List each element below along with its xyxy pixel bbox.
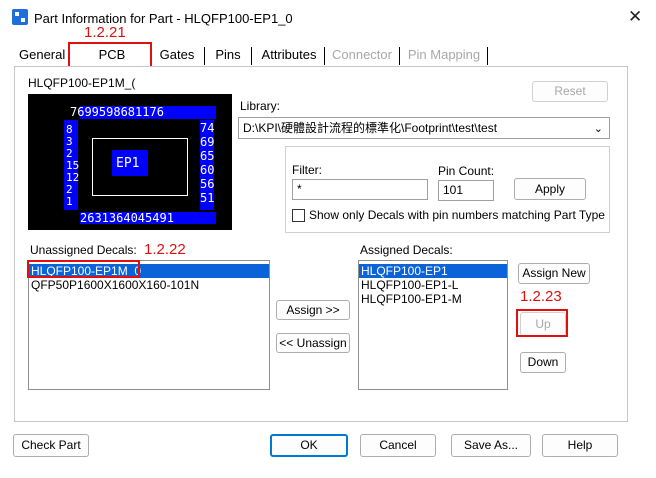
unassigned-list-item[interactable]: QFP50P1600X1600X160-101N bbox=[29, 278, 269, 292]
app-icon bbox=[12, 9, 28, 25]
tab-connector[interactable]: Connector bbox=[327, 44, 397, 66]
tab-separator bbox=[487, 47, 488, 65]
assigned-decals-label: Assigned Decals: bbox=[360, 243, 453, 257]
unassigned-callout-box bbox=[27, 260, 140, 278]
unassigned-callout-label: 1.2.22 bbox=[144, 241, 186, 258]
check-part-button[interactable]: Check Part bbox=[13, 434, 89, 457]
library-label: Library: bbox=[240, 99, 281, 113]
window-title: Part Information for Part - HLQFP100-EP1… bbox=[34, 11, 293, 26]
decal-preview: EP1 7699598681176 2631364045491 8 3 2 15… bbox=[28, 94, 232, 230]
chevron-down-icon: ⌄ bbox=[593, 123, 603, 135]
tab-pins[interactable]: Pins bbox=[210, 44, 246, 66]
close-icon[interactable]: ✕ bbox=[628, 7, 642, 27]
reset-button[interactable]: Reset bbox=[532, 81, 608, 102]
tab-attributes[interactable]: Attributes bbox=[256, 44, 322, 66]
apply-button[interactable]: Apply bbox=[514, 178, 586, 200]
preview-bottom-pin-labels: 2631364045491 bbox=[80, 211, 174, 225]
filter-input[interactable]: * bbox=[292, 179, 428, 200]
preview-center-label: EP1 bbox=[116, 156, 140, 171]
assigned-list-item[interactable]: HLQFP100-EP1-M bbox=[359, 292, 507, 306]
assigned-list-item[interactable]: HLQFP100-EP1-L bbox=[359, 278, 507, 292]
tab-separator bbox=[251, 47, 252, 65]
help-button[interactable]: Help bbox=[542, 434, 618, 457]
library-select[interactable]: D:\KPI\硬體設計流程的標準化\Footprint\test\test ⌄ bbox=[238, 117, 610, 139]
pin-count-input[interactable]: 101 bbox=[438, 180, 494, 201]
up-callout-label: 1.2.23 bbox=[520, 288, 562, 305]
preview-top-pin-labels: 7699598681176 bbox=[70, 105, 164, 119]
tab-separator bbox=[324, 47, 325, 65]
tab-callout-box bbox=[68, 42, 152, 68]
cancel-button[interactable]: Cancel bbox=[360, 434, 436, 457]
unassigned-decals-label: Unassigned Decals: bbox=[30, 243, 137, 257]
assign-button[interactable]: Assign >> bbox=[276, 300, 350, 320]
tab-separator bbox=[204, 47, 205, 65]
tab-separator bbox=[399, 47, 400, 65]
filter-label: Filter: bbox=[292, 163, 322, 177]
preview-left-pin-labels: 8 3 2 15 12 2 1 bbox=[66, 123, 80, 208]
unassigned-decals-list[interactable]: HLQFP100-EP1M_0 QFP50P1600X1600X160-101N bbox=[28, 260, 270, 390]
tab-gates[interactable]: Gates bbox=[156, 44, 198, 66]
assigned-list-item[interactable]: HLQFP100-EP1 bbox=[359, 264, 507, 278]
ok-button[interactable]: OK bbox=[270, 434, 348, 457]
pin-count-label: Pin Count: bbox=[438, 164, 495, 178]
preview-right-pin-labels: 74 69 65 60 56 51 bbox=[200, 121, 215, 205]
tab-callout-label: 1.2.21 bbox=[84, 24, 126, 41]
decal-name: HLQFP100-EP1M_( bbox=[28, 76, 136, 90]
down-button[interactable]: Down bbox=[520, 352, 566, 373]
library-value: D:\KPI\硬體設計流程的標準化\Footprint\test\test bbox=[243, 121, 498, 135]
tab-general[interactable]: General bbox=[16, 44, 66, 66]
assign-new-button[interactable]: Assign New bbox=[518, 263, 590, 284]
show-matching-checkbox[interactable] bbox=[292, 209, 305, 222]
up-callout-box bbox=[516, 309, 568, 337]
tab-pin-mapping[interactable]: Pin Mapping bbox=[402, 44, 486, 66]
save-as-button[interactable]: Save As... bbox=[451, 434, 531, 457]
assigned-decals-list[interactable]: HLQFP100-EP1 HLQFP100-EP1-L HLQFP100-EP1… bbox=[358, 260, 508, 390]
show-matching-label: Show only Decals with pin numbers matchi… bbox=[309, 208, 605, 222]
unassign-button[interactable]: << Unassign bbox=[276, 333, 350, 353]
